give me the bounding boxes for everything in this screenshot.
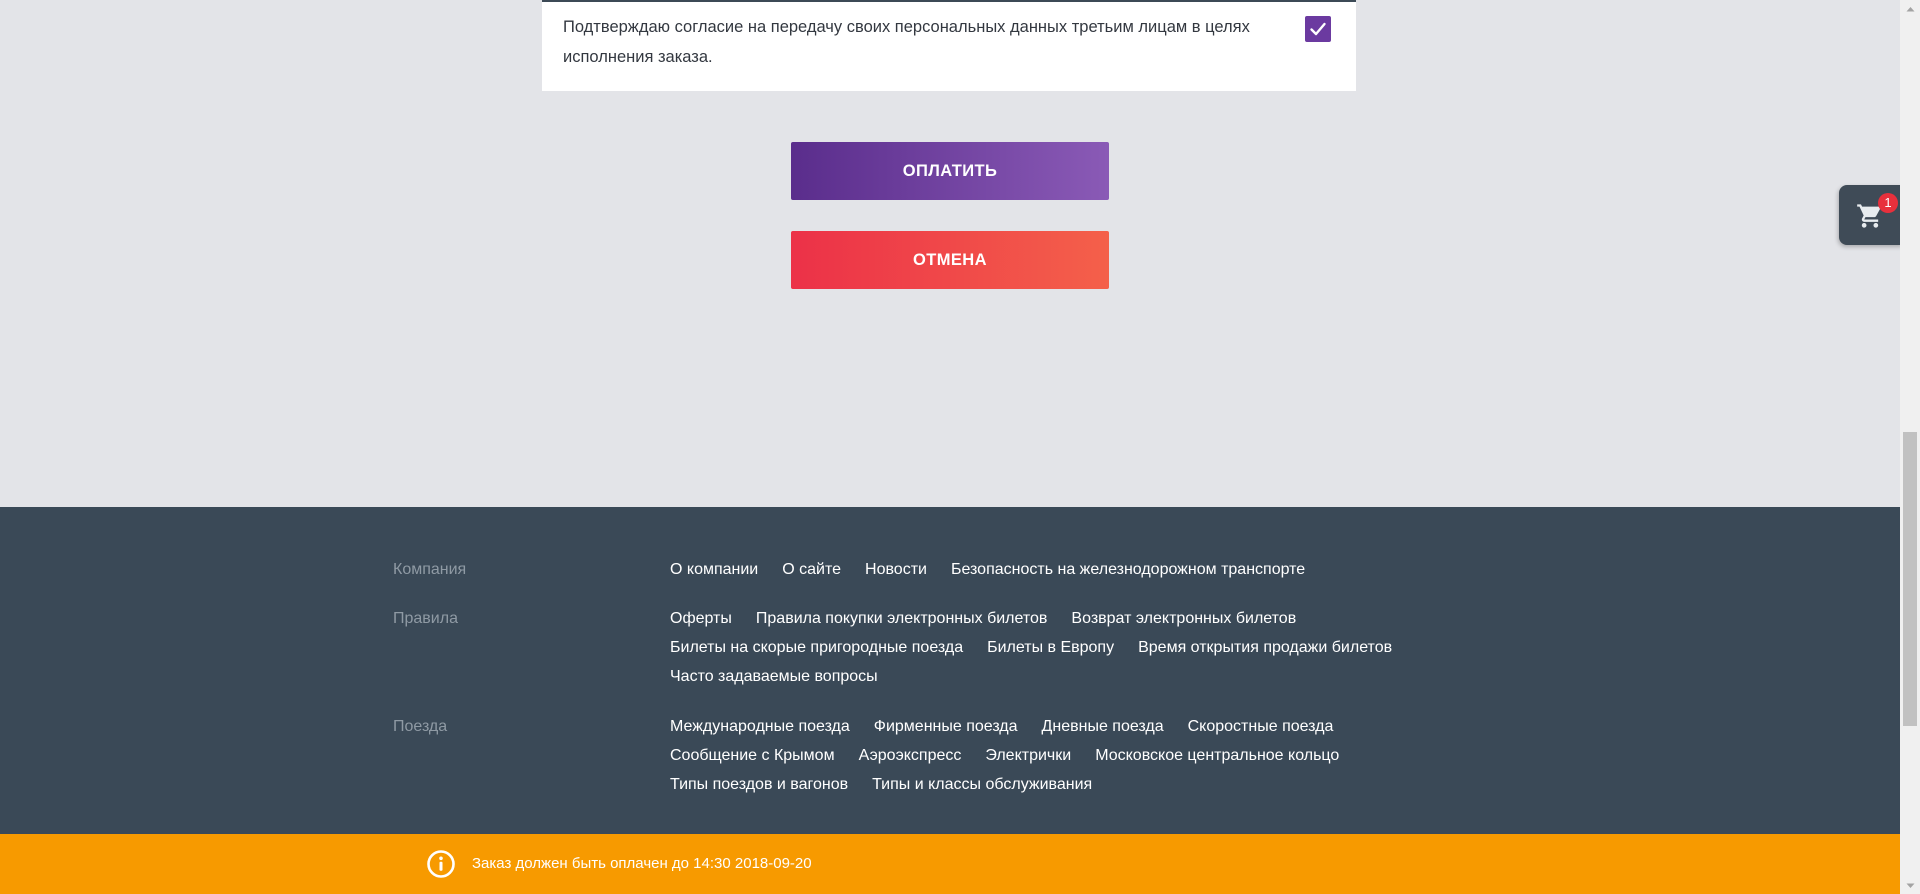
cart-count-badge: 1: [1878, 193, 1898, 213]
payment-deadline-notice: Заказ должен быть оплачен до 14:30 2018-…: [0, 834, 1900, 894]
checkmark-icon: [1310, 22, 1326, 36]
footer-section-title: Поезда: [393, 718, 448, 735]
cart-widget[interactable]: 1: [1839, 185, 1903, 245]
footer-link-suburban-trains[interactable]: Электрички: [985, 741, 1071, 770]
footer-section-title: Компания: [393, 561, 467, 578]
footer-section-title: Правила: [393, 610, 458, 627]
footer-link-service-classes[interactable]: Типы и классы обслуживания: [872, 770, 1092, 799]
footer-link-offers[interactable]: Оферты: [670, 604, 732, 633]
footer-link-europe-tickets[interactable]: Билеты в Европу: [987, 633, 1114, 662]
footer-link-railway-safety[interactable]: Безопасность на железнодорожном транспор…: [951, 555, 1305, 584]
scroll-down-arrow-icon[interactable]: [1900, 877, 1920, 894]
footer-link-international-trains[interactable]: Международные поезда: [670, 712, 850, 741]
footer-link-high-speed-trains[interactable]: Скоростные поезда: [1188, 712, 1334, 741]
footer-link-faq[interactable]: Часто задаваемые вопросы: [670, 662, 878, 691]
footer-link-crimea[interactable]: Сообщение с Крымом: [670, 741, 835, 770]
consent-card: Подтверждаю согласие на передачу своих п…: [542, 0, 1356, 91]
footer-link-day-trains[interactable]: Дневные поезда: [1042, 712, 1164, 741]
footer-link-aeroexpress[interactable]: Аэроэкспресс: [859, 741, 962, 770]
scroll-up-arrow-icon[interactable]: [1900, 0, 1920, 17]
footer-link-moscow-central-ring[interactable]: Московское центральное кольцо: [1095, 741, 1339, 770]
vertical-scrollbar[interactable]: [1900, 0, 1920, 894]
footer-links: О компании О сайте Новости Безопасность …: [670, 555, 1490, 584]
footer-link-sales-opening[interactable]: Время открытия продажи билетов: [1138, 633, 1392, 662]
cancel-button[interactable]: ОТМЕНА: [791, 231, 1109, 289]
footer-link-about-company[interactable]: О компании: [670, 555, 758, 584]
footer-link-suburban-express[interactable]: Билеты на скорые пригородные поезда: [670, 633, 963, 662]
footer-link-ticket-refund[interactable]: Возврат электронных билетов: [1071, 604, 1296, 633]
footer-link-purchase-rules[interactable]: Правила покупки электронных билетов: [756, 604, 1048, 633]
footer-link-train-car-types[interactable]: Типы поездов и вагонов: [670, 770, 848, 799]
scrollbar-thumb[interactable]: [1903, 432, 1917, 726]
notice-text: Заказ должен быть оплачен до 14:30 2018-…: [472, 855, 812, 872]
pay-button[interactable]: ОПЛАТИТЬ: [791, 142, 1109, 200]
footer-link-about-site[interactable]: О сайте: [782, 555, 841, 584]
footer-link-news[interactable]: Новости: [865, 555, 927, 584]
footer-link-branded-trains[interactable]: Фирменные поезда: [874, 712, 1018, 741]
info-icon: [427, 850, 455, 878]
footer-links: Оферты Правила покупки электронных билет…: [670, 604, 1490, 691]
consent-checkbox[interactable]: [1305, 16, 1331, 42]
consent-text: Подтверждаю согласие на передачу своих п…: [563, 18, 1250, 66]
footer-links: Международные поезда Фирменные поезда Дн…: [670, 712, 1490, 799]
